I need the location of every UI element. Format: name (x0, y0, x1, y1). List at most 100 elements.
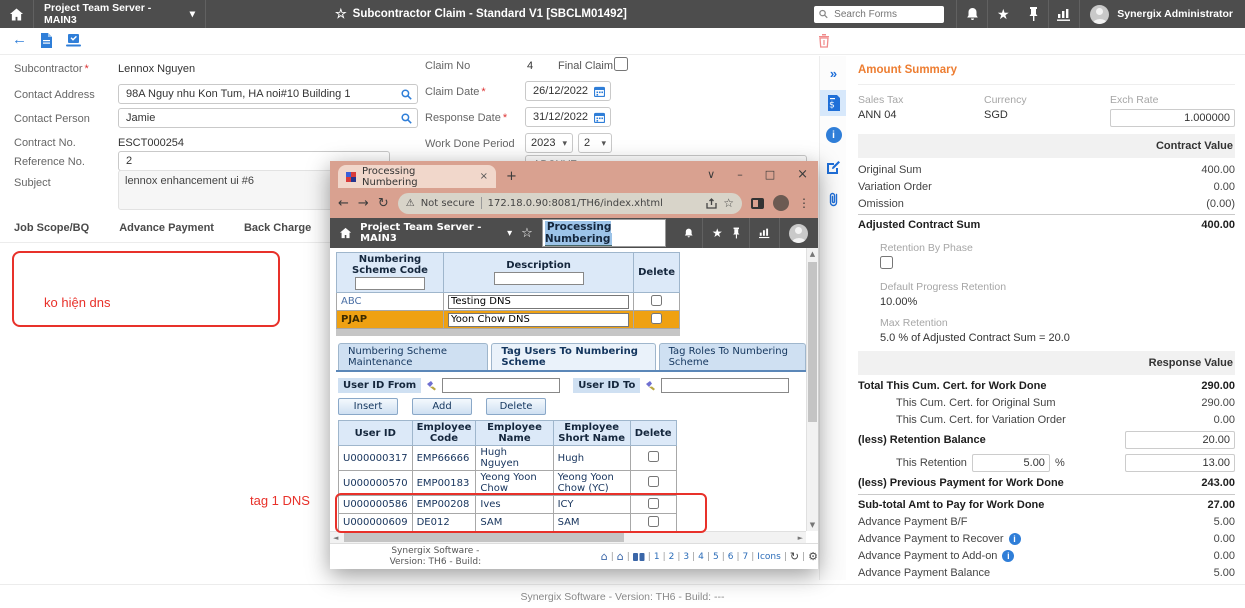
browser-profile-avatar[interactable] (773, 195, 789, 211)
dashboard-button[interactable] (1049, 0, 1079, 28)
exch-rate-input[interactable] (1110, 109, 1235, 127)
refresh-icon[interactable]: ↻ (790, 550, 799, 563)
home-icon[interactable] (340, 227, 351, 239)
info-icon[interactable]: i (1009, 533, 1021, 545)
document-button[interactable] (40, 33, 53, 48)
back-button[interactable]: ← (12, 31, 27, 48)
user-menu[interactable]: Synergix Administrator (1080, 0, 1245, 28)
lookup-icon[interactable] (401, 113, 412, 124)
contact-address-field[interactable] (118, 84, 418, 104)
notifications-button[interactable] (957, 0, 987, 28)
retention-by-phase-checkbox[interactable] (880, 256, 893, 269)
page-link[interactable]: 1 (654, 552, 660, 562)
claim-date-input[interactable] (531, 84, 590, 98)
delete-checkbox[interactable] (648, 476, 659, 487)
calendar-icon[interactable] (594, 86, 605, 97)
description-filter[interactable] (494, 272, 584, 285)
browser-menu-icon[interactable]: ⋮ (798, 196, 810, 210)
lookup-icon[interactable] (401, 89, 412, 100)
close-tab-icon[interactable]: × (480, 171, 488, 182)
user-row[interactable]: U000000570 EMP00183 Yeong Yoon Chow Yeon… (339, 471, 677, 496)
maximize-icon[interactable]: □ (765, 168, 775, 181)
share-icon[interactable] (706, 198, 717, 209)
page-link[interactable]: 2 (669, 552, 675, 562)
scroll-thumb[interactable] (344, 533, 624, 542)
this-retention-input[interactable] (1125, 454, 1235, 472)
delete-checkbox[interactable] (648, 451, 659, 462)
bookmark-star-icon[interactable]: ☆ (723, 196, 734, 210)
star-icon[interactable]: ★ (712, 226, 723, 240)
pin-icon[interactable] (732, 227, 741, 239)
response-date-field[interactable] (525, 107, 611, 127)
edit-panel-button[interactable] (820, 154, 847, 180)
minimize-icon[interactable]: – (737, 168, 743, 181)
work-done-year-select[interactable]: 2023▾ (525, 133, 573, 153)
search-forms-box[interactable] (814, 6, 944, 23)
close-window-icon[interactable]: × (797, 167, 808, 182)
attachments-button[interactable] (820, 186, 847, 212)
page-link[interactable]: 7 (743, 552, 749, 562)
scheme-description-input[interactable] (448, 313, 629, 327)
settings-gear-icon[interactable]: ⚙ (808, 550, 818, 563)
collapse-panel-button[interactable]: » (820, 60, 847, 86)
scroll-up-icon[interactable]: ▲ (807, 250, 818, 258)
bell-icon[interactable] (684, 227, 693, 239)
table-scrollbar[interactable] (336, 329, 680, 336)
scroll-down-icon[interactable]: ▼ (807, 521, 818, 529)
delete-record-button[interactable] (818, 33, 830, 48)
scheme-code-link[interactable]: PJAP (337, 311, 444, 329)
server-name[interactable]: Project Team Server - MAIN3 (360, 222, 498, 244)
save-button[interactable] (66, 34, 81, 47)
tab-tag-users[interactable]: Tag Users To Numbering Scheme (491, 343, 655, 370)
page-link[interactable]: 5 (713, 552, 719, 562)
work-done-period-select[interactable]: 2▾ (578, 133, 612, 153)
scroll-thumb[interactable] (808, 262, 817, 422)
home-shortcut-icon[interactable]: ⌂ (601, 550, 608, 563)
icons-link[interactable]: Icons (757, 552, 781, 562)
contact-person-input[interactable] (124, 111, 397, 125)
reload-icon[interactable]: ↻ (378, 196, 389, 211)
response-date-input[interactable] (531, 110, 590, 124)
browser-forward-icon[interactable]: → (358, 196, 369, 211)
info-panel-button[interactable]: i (820, 122, 847, 148)
home-shortcut-icon[interactable]: ⌂ (617, 550, 624, 563)
delete-button[interactable]: Delete (486, 398, 546, 415)
contact-person-field[interactable] (118, 108, 418, 128)
search-input[interactable] (832, 8, 939, 21)
avatar[interactable] (789, 224, 808, 243)
scroll-right-icon[interactable]: ► (798, 534, 803, 542)
info-icon[interactable]: i (1002, 550, 1014, 562)
calendar-icon[interactable] (594, 112, 605, 123)
scheme-description-input[interactable] (448, 295, 629, 309)
tab-job-scope-bq[interactable]: Job Scope/BQ (14, 216, 89, 242)
tab-tag-roles[interactable]: Tag Roles To Numbering Scheme (659, 343, 806, 370)
new-tab-button[interactable]: + (506, 169, 517, 184)
pin-button[interactable] (1018, 0, 1048, 28)
scheme-row-selected[interactable]: PJAP (337, 311, 680, 329)
user-row[interactable]: U000000317 EMP66666 Hugh Nguyen Hugh (339, 446, 677, 471)
star-outline-icon[interactable]: ☆ (335, 6, 347, 22)
tab-advance-payment[interactable]: Advance Payment (119, 216, 214, 242)
side-panel-icon[interactable] (751, 198, 764, 209)
final-claim-checkbox[interactable] (614, 57, 628, 71)
favorites-button[interactable]: ★ (988, 0, 1018, 28)
server-selector[interactable]: Project Team Server - MAIN3 ▾ (34, 0, 206, 28)
tab-back-charge[interactable]: Back Charge (244, 216, 311, 242)
delete-checkbox[interactable] (651, 295, 662, 306)
torch-icon[interactable] (645, 380, 656, 391)
scheme-code-filter[interactable] (355, 277, 425, 290)
page-link[interactable]: 4 (698, 552, 704, 562)
amount-summary-button[interactable]: $ (820, 90, 847, 116)
contact-address-input[interactable] (124, 87, 397, 101)
insert-button[interactable]: Insert (338, 398, 398, 415)
scroll-left-icon[interactable]: ◄ (333, 534, 338, 542)
popup-title-box[interactable]: Processing Numbering (542, 219, 666, 247)
star-outline-icon[interactable]: ☆ (521, 226, 533, 241)
tab-scheme-maintenance[interactable]: Numbering Scheme Maintenance (338, 343, 488, 370)
url-field[interactable]: ⚠ Not secure 172.18.0.90:8081/TH6/index.… (398, 193, 742, 214)
delete-checkbox[interactable] (651, 313, 662, 324)
browser-back-icon[interactable]: ← (338, 196, 349, 211)
user-id-from-input[interactable] (442, 378, 560, 393)
cards-icon[interactable] (633, 553, 645, 561)
add-button[interactable]: Add (412, 398, 472, 415)
